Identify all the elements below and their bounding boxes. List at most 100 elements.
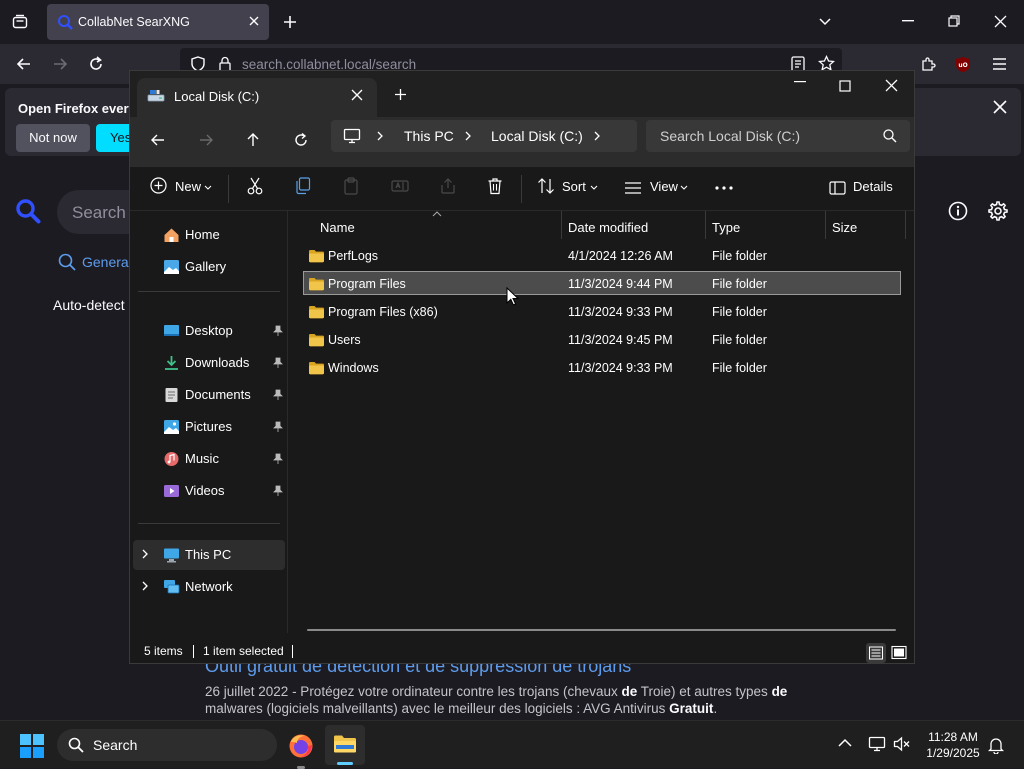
copy-icon[interactable]: [295, 177, 311, 195]
taskbar-search-box[interactable]: Search: [57, 729, 277, 761]
column-header-date-modified[interactable]: Date modified: [568, 220, 648, 235]
firefox-restore-icon[interactable]: [948, 15, 960, 27]
close-notice-icon[interactable]: [993, 100, 1007, 114]
refresh-icon[interactable]: [293, 132, 309, 148]
nav-item-music[interactable]: Music: [133, 444, 285, 474]
column-separator[interactable]: [561, 211, 562, 239]
address-bar[interactable]: This PC Local Disk (C:): [331, 120, 637, 152]
nav-item-gallery[interactable]: Gallery: [133, 252, 285, 282]
forward-arrow-icon[interactable]: [52, 56, 68, 72]
pin-icon[interactable]: [273, 421, 283, 433]
pin-icon[interactable]: [273, 453, 283, 465]
close-tab-icon[interactable]: [351, 89, 363, 101]
view-list-icon[interactable]: [624, 181, 642, 195]
up-arrow-icon[interactable]: [245, 132, 261, 148]
column-header-name[interactable]: Name: [320, 220, 355, 235]
chevron-down-icon[interactable]: [680, 185, 688, 191]
breadcrumb-chevron-icon[interactable]: [593, 131, 601, 141]
breadcrumb-this-pc[interactable]: This PC: [404, 128, 454, 144]
info-icon[interactable]: [948, 201, 968, 221]
cut-icon[interactable]: [247, 177, 263, 195]
firefox-close-icon[interactable]: [994, 15, 1007, 28]
chevron-right-icon[interactable]: [141, 549, 149, 559]
ublock-origin-icon[interactable]: uO: [955, 56, 971, 73]
column-separator[interactable]: [905, 211, 906, 239]
column-separator[interactable]: [825, 211, 826, 239]
details-button-label[interactable]: Details: [853, 179, 893, 194]
table-row[interactable]: Users 11/3/2024 9:45 PM File folder: [303, 327, 901, 351]
nav-item-this-pc[interactable]: This PC: [133, 540, 285, 570]
close-window-icon[interactable]: [885, 79, 898, 92]
network-status-icon[interactable]: [868, 736, 886, 752]
firefox-taskbar-icon[interactable]: [288, 733, 314, 769]
table-row[interactable]: PerfLogs 4/1/2024 12:26 AM File folder: [303, 243, 901, 267]
column-separator[interactable]: [705, 211, 706, 239]
volume-muted-icon[interactable]: [893, 736, 911, 752]
new-tab-icon[interactable]: [394, 88, 407, 101]
nav-item-videos[interactable]: Videos: [133, 476, 285, 506]
view-button-label[interactable]: View: [650, 179, 678, 194]
breadcrumb-chevron-icon[interactable]: [376, 131, 384, 141]
chevron-down-icon[interactable]: [204, 185, 212, 191]
this-pc-monitor-icon[interactable]: [343, 128, 361, 144]
table-row[interactable]: Program Files 11/3/2024 9:44 PM File folde…: [303, 271, 901, 295]
breadcrumb-local-disk[interactable]: Local Disk (C:): [491, 128, 583, 144]
clock-date[interactable]: 1/29/2025: [920, 746, 986, 760]
table-row[interactable]: Program Files (x86) 11/3/2024 9:33 PM File…: [303, 299, 901, 323]
nav-item-documents[interactable]: Documents: [133, 380, 285, 410]
nav-item-downloads[interactable]: Downloads: [133, 348, 285, 378]
show-hidden-icons-chevron-icon[interactable]: [838, 738, 852, 747]
extensions-puzzle-icon[interactable]: [920, 56, 937, 73]
new-button-label[interactable]: New: [175, 179, 201, 194]
pin-icon[interactable]: [273, 389, 283, 401]
hamburger-menu-icon[interactable]: [992, 57, 1007, 71]
firefox-minimize-icon[interactable]: [902, 20, 914, 22]
more-options-icon[interactable]: [715, 186, 733, 190]
breadcrumb-chevron-icon[interactable]: [464, 131, 472, 141]
not-now-button[interactable]: Not now: [16, 124, 90, 152]
chevron-right-icon[interactable]: [141, 581, 149, 591]
share-icon[interactable]: [439, 177, 457, 195]
close-tab-icon[interactable]: [247, 14, 261, 28]
horizontal-scrollbar[interactable]: [307, 629, 896, 631]
clock-time[interactable]: 11:28 AM: [920, 730, 986, 744]
forward-arrow-icon[interactable]: [198, 132, 214, 148]
language-autodetect[interactable]: Auto-detect (: [53, 297, 133, 313]
table-row[interactable]: Windows 11/3/2024 9:33 PM File folder: [303, 355, 901, 379]
nav-item-home[interactable]: Home: [133, 220, 285, 250]
explorer-search-input[interactable]: Search Local Disk (C:): [646, 120, 910, 152]
pin-icon[interactable]: [273, 357, 283, 369]
sort-icon[interactable]: [537, 177, 555, 195]
list-all-tabs-icon[interactable]: [12, 14, 28, 30]
firefox-tab-searxng[interactable]: CollabNet SearXNG: [47, 4, 269, 40]
paste-icon[interactable]: [343, 177, 359, 195]
pin-icon[interactable]: [273, 325, 283, 337]
minimize-icon[interactable]: [794, 81, 806, 83]
delete-trash-icon[interactable]: [487, 177, 503, 195]
details-pane-icon[interactable]: [829, 181, 846, 195]
nav-item-network[interactable]: Network: [133, 572, 285, 602]
maximize-icon[interactable]: [839, 80, 851, 92]
nav-item-pictures[interactable]: Pictures: [133, 412, 285, 442]
details-view-toggle-icon[interactable]: [866, 643, 886, 663]
file-explorer-taskbar-button[interactable]: [325, 725, 365, 765]
nav-item-desktop[interactable]: Desktop: [133, 316, 285, 346]
back-arrow-icon[interactable]: [150, 132, 166, 148]
column-header-type[interactable]: Type: [712, 220, 740, 235]
searxng-logo-icon[interactable]: [15, 198, 41, 224]
pin-icon[interactable]: [273, 485, 283, 497]
reload-icon[interactable]: [88, 56, 104, 72]
gear-icon[interactable]: [986, 200, 1008, 222]
windows-start-icon[interactable]: [20, 734, 44, 758]
large-icons-view-toggle-icon[interactable]: [890, 644, 908, 662]
rename-icon[interactable]: [391, 177, 409, 195]
explorer-tab-local-disk[interactable]: Local Disk (C:): [137, 78, 377, 117]
tab-list-chevron-icon[interactable]: [818, 15, 832, 29]
notification-bell-icon[interactable]: [988, 737, 1004, 754]
chevron-down-icon[interactable]: [590, 185, 598, 191]
new-tab-icon[interactable]: [282, 14, 298, 30]
back-arrow-icon[interactable]: [16, 56, 32, 72]
sort-button-label[interactable]: Sort: [562, 179, 586, 194]
column-header-size[interactable]: Size: [832, 220, 857, 235]
new-button[interactable]: [150, 177, 167, 194]
